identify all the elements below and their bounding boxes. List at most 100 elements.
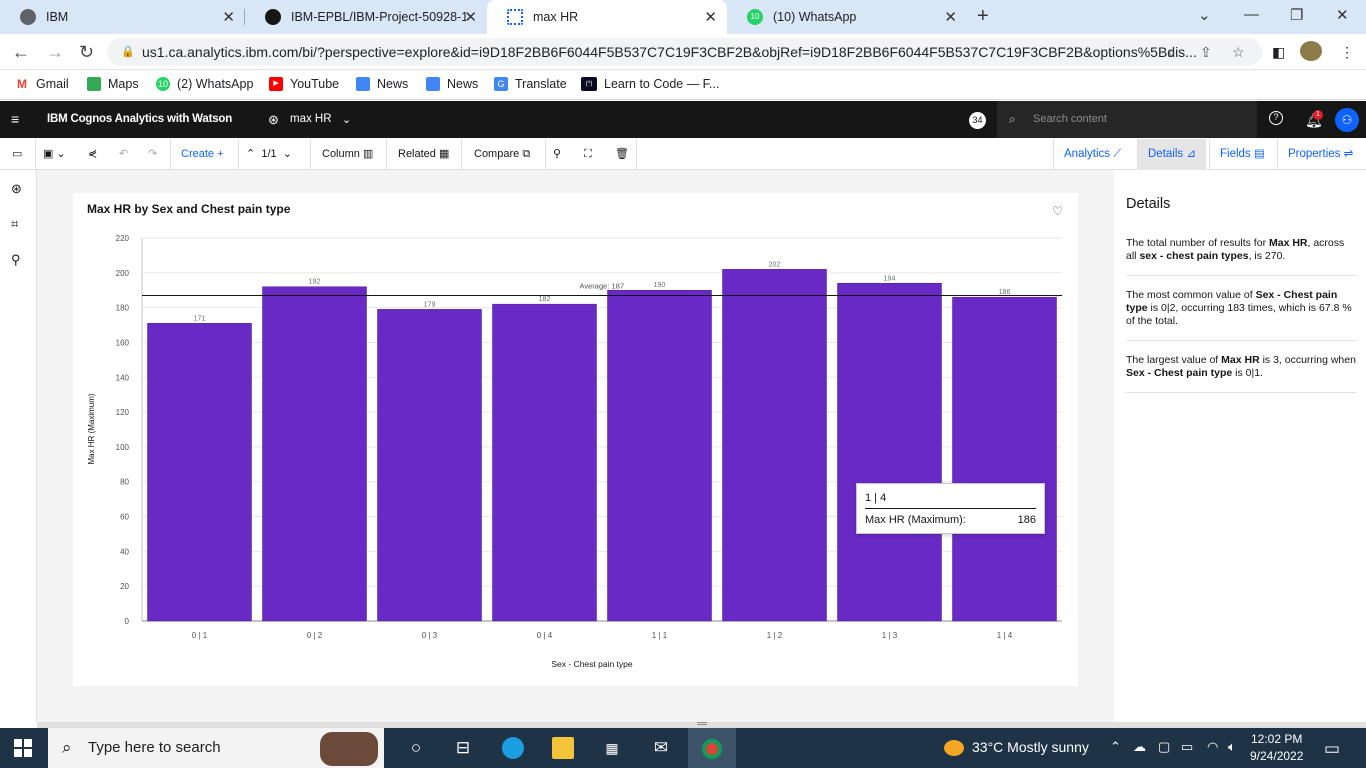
open-items-counter[interactable]: 34 — [969, 112, 986, 129]
focus-icon[interactable]: ⛶ — [584, 139, 592, 170]
tab-analytics[interactable]: Analytics ⟋ — [1053, 139, 1131, 170]
chrome-icon[interactable] — [688, 728, 736, 768]
new-tab-button[interactable]: + — [977, 5, 989, 28]
share-icon[interactable]: ⇪ — [1200, 44, 1212, 61]
task-view-icon[interactable]: ⊟ — [452, 737, 474, 759]
share-icon[interactable]: ⋞ — [88, 139, 97, 170]
column-chart-icon: ▥ — [362, 148, 374, 160]
bar[interactable] — [492, 303, 597, 622]
bar[interactable] — [262, 286, 367, 622]
system-clock[interactable]: 12:02 PM 9/24/2022 — [1250, 731, 1303, 765]
browser-tab-ibm[interactable]: IBM ✕ — [0, 0, 245, 34]
edge-icon[interactable] — [502, 737, 524, 759]
wifi-icon[interactable]: ◠ — [1207, 739, 1218, 755]
browser-tab-whatsapp[interactable]: 10 (10) WhatsApp ✕ — [727, 0, 967, 34]
onedrive-icon[interactable]: ☁ — [1133, 739, 1146, 755]
tray-chevron-icon[interactable]: ⌃ — [1110, 739, 1121, 755]
search-content-input[interactable]: ⌕ Search content — [997, 101, 1257, 138]
close-tab-icon[interactable]: ✕ — [464, 8, 477, 26]
weather-widget[interactable]: 33°C Mostly sunny — [944, 739, 1089, 757]
bar[interactable] — [837, 283, 942, 622]
bar[interactable] — [607, 289, 712, 622]
windows-start-icon[interactable] — [14, 739, 32, 757]
tab-fields[interactable]: Fields ▤ — [1209, 139, 1275, 170]
compare-button[interactable]: Compare ⧉ — [474, 139, 530, 170]
forward-icon[interactable]: → — [46, 42, 64, 63]
details-insight: The largest value of Max HR is 3, occurr… — [1126, 354, 1356, 393]
hamburger-menu-icon[interactable]: ≡ — [11, 111, 19, 127]
bookmark-label: Maps — [108, 77, 139, 91]
undo-icon[interactable]: ↶ — [119, 139, 128, 170]
store-icon[interactable]: ▦ — [601, 737, 623, 759]
y-tick-label: 20 — [120, 582, 129, 591]
user-avatar[interactable]: ⚇ — [1335, 108, 1359, 132]
create-button[interactable]: Create + — [181, 139, 224, 170]
help-icon[interactable]: ? — [1269, 111, 1283, 125]
globe-icon — [20, 9, 36, 25]
bookmark-gmail[interactable]: M Gmail — [15, 77, 69, 91]
bookmark-youtube[interactable]: ▶ YouTube — [269, 77, 339, 91]
battery-icon[interactable]: ▭ — [1181, 739, 1193, 755]
save-icon[interactable]: ▣ ⌄ — [43, 139, 66, 170]
browser-menu-icon[interactable]: ⋮ — [1340, 44, 1354, 61]
visualization-type-button[interactable]: Column ▥ — [322, 139, 373, 170]
bar[interactable] — [952, 296, 1057, 622]
browser-tab-max-hr[interactable]: max HR ✕ — [487, 0, 727, 34]
lock-icon: 🔒 — [121, 46, 135, 58]
navigate-icon[interactable]: ⊛ — [11, 181, 22, 197]
minimize-button[interactable]: — — [1244, 6, 1259, 23]
insight-text: The most common value of — [1126, 289, 1256, 301]
bookmark-translate[interactable]: G Translate — [494, 77, 567, 91]
close-window-button[interactable]: ✕ — [1336, 6, 1349, 24]
browser-tab-github[interactable]: IBM-EPBL/IBM-Project-50928-16 ✕ — [245, 0, 487, 34]
back-icon[interactable]: ← — [12, 42, 30, 63]
taskbar-search-input[interactable]: ⌕ Type here to search — [48, 728, 384, 768]
close-tab-icon[interactable]: ✕ — [222, 8, 235, 26]
page-navigator[interactable]: ⌃ 1/1 ⌄ — [246, 139, 292, 170]
profile-avatar[interactable] — [1300, 41, 1322, 61]
reload-icon[interactable]: ↻ — [79, 42, 94, 63]
comment-icon[interactable]: ▭ — [12, 139, 22, 170]
maximize-button[interactable]: ❐ — [1290, 6, 1303, 24]
zoom-icon[interactable]: ⌕ — [1168, 44, 1176, 61]
tab-title: IBM-EPBL/IBM-Project-50928-16 — [291, 10, 466, 24]
bookmark-star-icon[interactable]: ☆ — [1232, 44, 1245, 61]
sidebar-icon[interactable]: ◧ — [1272, 44, 1285, 61]
chevron-up-icon: ⌃ — [246, 148, 256, 160]
bookmark-whatsapp[interactable]: 10 (2) WhatsApp — [156, 77, 253, 91]
bookmark-maps[interactable]: Maps — [87, 77, 139, 91]
bookmark-news[interactable]: News — [426, 77, 478, 91]
bookmark-news[interactable]: News — [356, 77, 408, 91]
y-tick-label: 180 — [116, 304, 130, 313]
tab-details[interactable]: Details ⊿ — [1137, 139, 1206, 170]
toolbar-divider — [238, 139, 239, 170]
relationship-icon[interactable]: ⌗ — [11, 216, 18, 232]
tab-search-chevron-icon[interactable]: ⌄ — [1198, 6, 1211, 24]
notifications-icon[interactable]: ▭ — [1324, 739, 1340, 759]
redo-icon[interactable]: ↷ — [148, 139, 157, 170]
meet-icon[interactable]: ▢ — [1158, 739, 1170, 755]
bookmark-freecodecamp[interactable]: (^) Learn to Code — F... — [581, 77, 719, 91]
pin-icon[interactable]: ⚲ — [11, 252, 21, 268]
volume-icon[interactable]: 🔈︎ — [1228, 739, 1236, 755]
url-field[interactable]: 🔒 us1.ca.analytics.ibm.com/bi/?perspecti… — [107, 38, 1262, 66]
bar[interactable] — [147, 323, 252, 622]
file-explorer-icon[interactable] — [552, 737, 574, 759]
tab-properties[interactable]: Properties ⇌ — [1277, 139, 1363, 170]
related-button[interactable]: Related ▦ — [398, 139, 449, 170]
bookmark-label: Translate — [515, 77, 567, 91]
y-tick-label: 140 — [116, 373, 130, 382]
details-insight: The most common value of Sex - Chest pai… — [1126, 289, 1356, 341]
bar[interactable] — [722, 269, 827, 622]
data-label: 171 — [194, 315, 206, 322]
mail-icon[interactable]: ✉ — [650, 737, 672, 759]
cortana-icon[interactable]: ○ — [405, 737, 427, 759]
close-tab-icon[interactable]: ✕ — [944, 8, 957, 26]
page-indicator: 1/1 — [261, 148, 277, 160]
data-label: 194 — [884, 275, 896, 282]
bar[interactable] — [377, 309, 482, 622]
y-tick-label: 40 — [120, 547, 129, 556]
close-tab-icon[interactable]: ✕ — [704, 8, 717, 26]
delete-icon[interactable]: 🗑︎ — [615, 139, 629, 170]
pin-icon[interactable]: ⚲ — [553, 139, 561, 170]
